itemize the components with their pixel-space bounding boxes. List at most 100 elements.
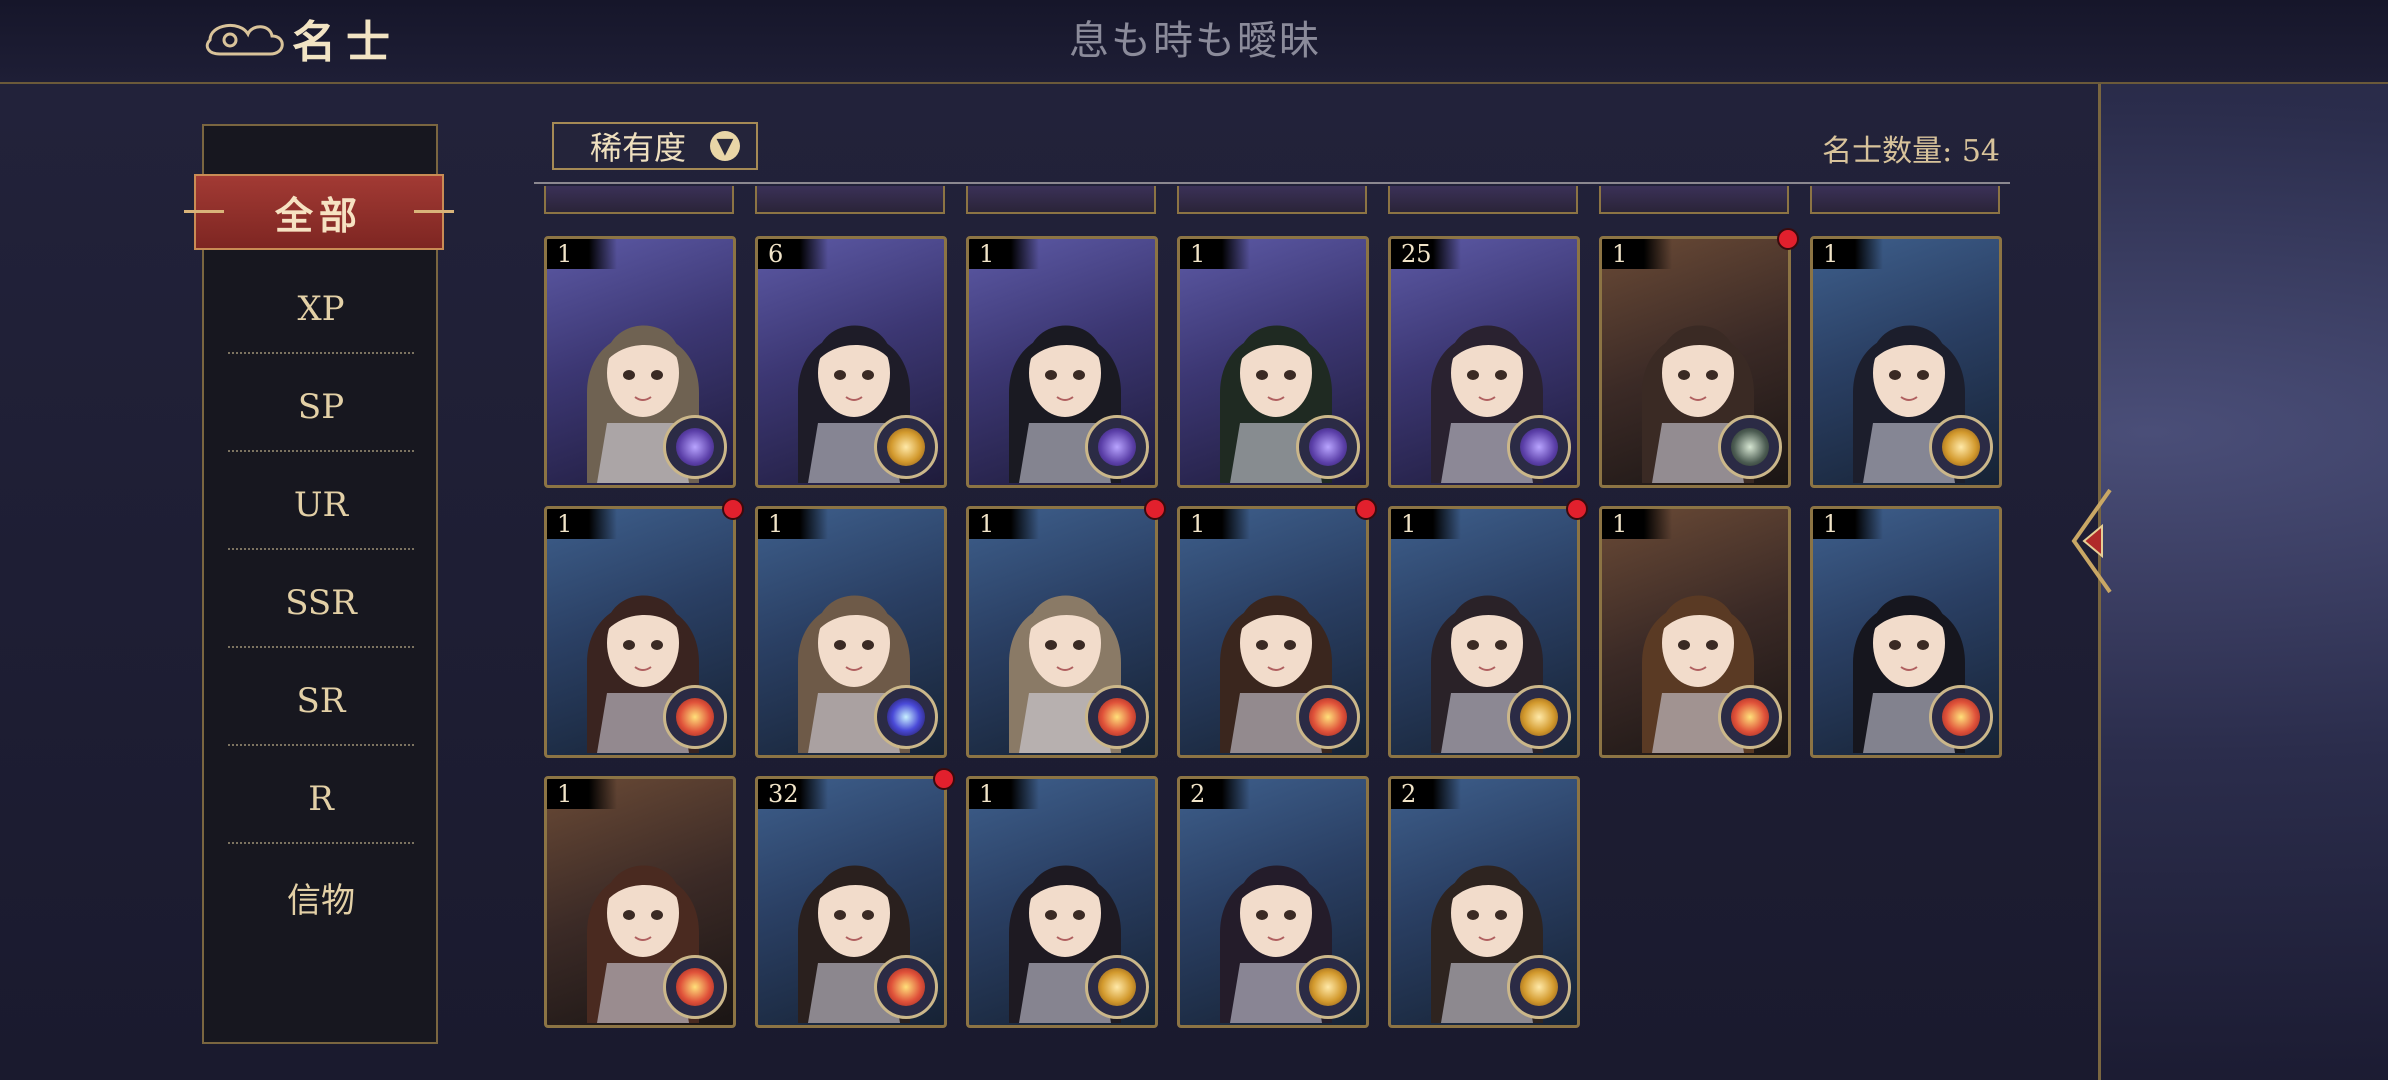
- emblem-core: [676, 428, 714, 466]
- card-partial[interactable]: [1177, 186, 1367, 214]
- card-partial[interactable]: [755, 186, 945, 214]
- emblem-core: [1520, 698, 1558, 736]
- emblem-core: [1309, 968, 1347, 1006]
- character-card[interactable]: 1: [544, 776, 736, 1028]
- character-card[interactable]: 1: [1810, 506, 2002, 758]
- level-badge: 32: [758, 779, 828, 809]
- level-badge: 2: [1180, 779, 1250, 809]
- collapse-arrow-icon[interactable]: [2066, 486, 2116, 596]
- card-partial[interactable]: [1810, 186, 2000, 214]
- element-emblem-icon: [1718, 415, 1782, 479]
- level-badge: 6: [758, 239, 828, 269]
- level-badge: 1: [1180, 509, 1250, 539]
- nav-item-ssr[interactable]: SSR: [228, 560, 414, 648]
- element-emblem-icon: [1507, 955, 1571, 1019]
- level-badge: 2: [1391, 779, 1461, 809]
- element-emblem-icon: [1296, 685, 1360, 749]
- nav-item-r[interactable]: R: [228, 756, 414, 844]
- emblem-core: [1520, 428, 1558, 466]
- level-badge: 1: [758, 509, 828, 539]
- notification-dot: [1144, 498, 1166, 520]
- level-badge: 1: [1813, 509, 1883, 539]
- level-badge: 1: [547, 239, 617, 269]
- element-emblem-icon: [1296, 955, 1360, 1019]
- nav-item-all[interactable]: 全部: [184, 174, 454, 250]
- element-emblem-icon: [1929, 685, 1993, 749]
- page-subtitle: 息も時も曖昧: [1069, 18, 1321, 64]
- emblem-core: [676, 698, 714, 736]
- emblem-core: [1309, 428, 1347, 466]
- element-emblem-icon: [663, 415, 727, 479]
- level-badge: 1: [547, 509, 617, 539]
- element-emblem-icon: [1507, 415, 1571, 479]
- character-card[interactable]: 25: [1388, 236, 1580, 488]
- element-emblem-icon: [1085, 415, 1149, 479]
- element-emblem-icon: [1929, 415, 1993, 479]
- nav-item-sp[interactable]: SP: [228, 364, 414, 452]
- element-emblem-icon: [1718, 685, 1782, 749]
- chevron-down-icon: ▼: [710, 131, 741, 161]
- ornament-left: [184, 210, 224, 213]
- element-emblem-icon: [1085, 955, 1149, 1019]
- character-card[interactable]: 1: [1177, 506, 1369, 758]
- character-card[interactable]: 1: [755, 506, 947, 758]
- emblem-core: [1942, 698, 1980, 736]
- element-emblem-icon: [663, 685, 727, 749]
- element-emblem-icon: [874, 955, 938, 1019]
- character-card[interactable]: 32: [755, 776, 947, 1028]
- character-card[interactable]: 1: [966, 236, 1158, 488]
- card-partial[interactable]: [1388, 186, 1578, 214]
- level-badge: 1: [1391, 509, 1461, 539]
- back-cloud-icon[interactable]: [200, 14, 290, 66]
- character-card[interactable]: 6: [755, 236, 947, 488]
- character-card[interactable]: 2: [1388, 776, 1580, 1028]
- card-partial[interactable]: [966, 186, 1156, 214]
- element-emblem-icon: [874, 685, 938, 749]
- emblem-core: [887, 968, 925, 1006]
- level-badge: 1: [1602, 509, 1672, 539]
- nav-item-ur[interactable]: UR: [228, 462, 414, 550]
- level-badge: 1: [547, 779, 617, 809]
- character-card[interactable]: 1: [1177, 236, 1369, 488]
- level-badge: 1: [1813, 239, 1883, 269]
- top-bar: 名士 息も時も曖昧: [0, 0, 2388, 84]
- element-emblem-icon: [663, 955, 727, 1019]
- level-badge: 25: [1391, 239, 1461, 269]
- character-card[interactable]: 1: [544, 236, 736, 488]
- emblem-core: [1731, 428, 1769, 466]
- character-card[interactable]: 1: [1388, 506, 1580, 758]
- character-card[interactable]: 1: [1810, 236, 2002, 488]
- rarity-filter-dropdown[interactable]: 稀有度 ▼: [552, 122, 758, 170]
- element-emblem-icon: [1507, 685, 1571, 749]
- character-card[interactable]: 1: [966, 776, 1158, 1028]
- emblem-core: [887, 428, 925, 466]
- card-partial[interactable]: [544, 186, 734, 214]
- character-card[interactable]: 1: [544, 506, 736, 758]
- level-badge: 1: [969, 509, 1039, 539]
- emblem-core: [1098, 698, 1136, 736]
- element-emblem-icon: [874, 415, 938, 479]
- nav-item-keepsake[interactable]: 信物: [228, 854, 414, 940]
- character-card[interactable]: 2: [1177, 776, 1369, 1028]
- notification-dot: [722, 498, 744, 520]
- nav-item-sr[interactable]: SR: [228, 658, 414, 746]
- divider: [534, 182, 2010, 184]
- nav-item-label: 全部: [274, 192, 363, 238]
- character-card[interactable]: 1: [966, 506, 1158, 758]
- element-emblem-icon: [1296, 415, 1360, 479]
- notification-dot: [1566, 498, 1588, 520]
- emblem-core: [887, 698, 925, 736]
- card-partial[interactable]: [1599, 186, 1789, 214]
- emblem-core: [1098, 968, 1136, 1006]
- page-title: 名士: [292, 17, 400, 68]
- level-badge: 1: [1602, 239, 1672, 269]
- nav-item-xp[interactable]: XP: [228, 266, 414, 354]
- emblem-core: [1309, 698, 1347, 736]
- character-card[interactable]: 1: [1599, 506, 1791, 758]
- character-card[interactable]: 1: [1599, 236, 1791, 488]
- character-count: 名士数量: 54: [1822, 134, 2000, 169]
- level-badge: 1: [1180, 239, 1250, 269]
- emblem-core: [1098, 428, 1136, 466]
- ornament-right: [414, 210, 454, 213]
- emblem-core: [676, 968, 714, 1006]
